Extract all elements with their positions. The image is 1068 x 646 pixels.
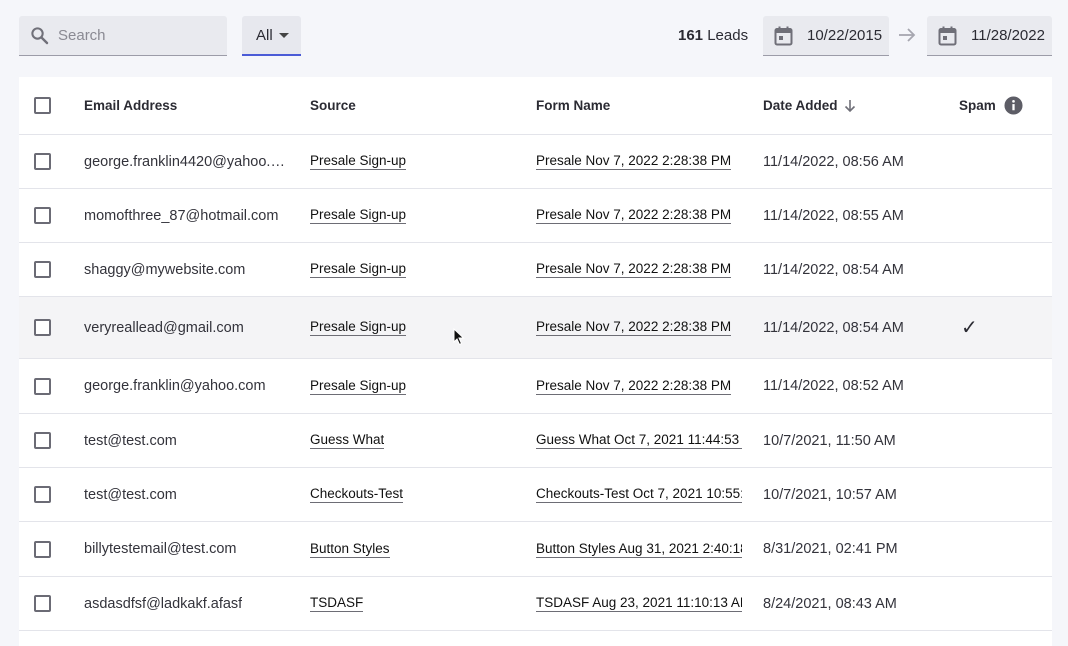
column-header-date-label: Date Added — [763, 98, 838, 113]
row-checkbox[interactable] — [34, 153, 51, 170]
date-to-value: 11/28/2022 — [971, 27, 1045, 44]
sort-arrow-down-icon[interactable] — [844, 99, 856, 113]
date-added-cell: 8/24/2021, 08:43 AM — [763, 595, 897, 612]
email-cell: billytestemail@test.com — [84, 541, 237, 557]
toolbar: All 161 Leads 10/22/2015 11/28/2022 — [0, 0, 1068, 72]
table-row[interactable]: momofthree_87@hotmail.com Presale Sign-up… — [19, 189, 1052, 243]
form-name-link[interactable]: Button Styles Aug 31, 2021 2:40:18 — [536, 541, 742, 558]
row-checkbox[interactable] — [34, 377, 51, 395]
leads-count: 161 Leads — [678, 27, 748, 44]
form-name-link[interactable]: Presale Nov 7, 2022 2:28:38 PM — [536, 378, 732, 395]
table-row[interactable]: asdasdfsf@ladkakf.afasf TSDASF TSDASF Aug … — [19, 577, 1052, 631]
source-link[interactable]: Presale Sign-up — [310, 378, 407, 395]
date-to-field[interactable]: 11/28/2022 — [927, 16, 1052, 56]
table-row[interactable]: test@test.com Checkouts-Test Checkouts-Tes… — [19, 468, 1052, 522]
column-header-email[interactable]: Email Address — [84, 77, 292, 134]
search-box[interactable] — [19, 16, 227, 56]
leads-table: Email Address Source Form Name Date Adde… — [19, 77, 1052, 646]
date-added-cell: 11/14/2022, 08:54 AM — [763, 261, 904, 278]
email-cell: test@test.com — [84, 432, 177, 449]
calendar-icon — [774, 26, 793, 45]
table-row[interactable]: test@test.com Guess What Guess What Oct 7,… — [19, 414, 1052, 468]
email-cell: asdasdfsf@ladkakf.afasf — [84, 595, 243, 612]
search-input[interactable] — [58, 27, 208, 44]
column-header-spam-label: Spam — [959, 98, 996, 113]
select-all-checkbox[interactable] — [34, 97, 51, 114]
source-link[interactable]: Presale Sign-up — [310, 319, 407, 336]
form-name-link[interactable]: Checkouts-Test Oct 7, 2021 10:55:2 — [536, 486, 742, 503]
date-added-cell: 10/7/2021, 11:50 AM — [763, 432, 896, 449]
table-row[interactable]: veryreallead@gmail.com Presale Sign-up Pre… — [19, 297, 1052, 359]
column-header-spam: Spam — [959, 77, 1039, 134]
row-checkbox[interactable] — [34, 261, 51, 278]
source-link[interactable]: Checkouts-Test — [310, 486, 404, 503]
source-link[interactable]: TSDASF — [310, 595, 364, 612]
form-name-link[interactable]: Presale Nov 7, 2022 2:28:38 PM — [536, 319, 732, 336]
form-name-link[interactable]: TSDASF Aug 23, 2021 11:10:13 AM — [536, 595, 742, 612]
source-link[interactable]: Button Styles — [310, 541, 390, 558]
email-cell: george.franklin@yahoo.com — [84, 378, 266, 394]
row-checkbox[interactable] — [34, 595, 51, 612]
leads-count-number: 161 — [678, 27, 704, 44]
form-name-link[interactable]: Presale Nov 7, 2022 2:28:38 PM — [536, 153, 732, 170]
date-added-cell: 11/14/2022, 08:55 AM — [763, 207, 904, 224]
row-checkbox[interactable] — [34, 319, 51, 336]
table-row[interactable]: billytestemail@test.com Button Styles Butt… — [19, 522, 1052, 577]
column-header-source[interactable]: Source — [310, 77, 520, 134]
table-row[interactable]: shaggy@mywebsite.com Presale Sign-up Presa… — [19, 243, 1052, 297]
date-added-cell: 10/7/2021, 10:57 AM — [763, 486, 897, 503]
source-link[interactable]: Presale Sign-up — [310, 153, 407, 170]
arrow-right-icon — [899, 28, 916, 42]
row-checkbox[interactable] — [34, 486, 51, 503]
source-link[interactable]: Guess What — [310, 432, 385, 449]
row-checkbox[interactable] — [34, 432, 51, 449]
date-added-cell: 11/14/2022, 08:54 AM — [763, 319, 904, 336]
table-row[interactable]: george.franklin4420@yahoo.com Presale Sig… — [19, 135, 1052, 189]
email-cell: shaggy@mywebsite.com — [84, 261, 246, 278]
date-from-value: 10/22/2015 — [807, 27, 883, 44]
row-checkbox[interactable] — [34, 540, 51, 558]
column-header-form[interactable]: Form Name — [536, 77, 744, 134]
table-header-row: Email Address Source Form Name Date Adde… — [19, 77, 1052, 135]
date-added-cell: 11/14/2022, 08:56 AM — [763, 153, 904, 170]
spam-cell: ✓ — [961, 317, 978, 339]
filter-select[interactable]: All — [242, 16, 301, 56]
filter-select-value: All — [256, 26, 273, 44]
form-name-link[interactable]: Guess What Oct 7, 2021 11:44:53 A — [536, 432, 742, 449]
chevron-down-icon — [278, 33, 289, 38]
column-header-date[interactable]: Date Added — [763, 77, 943, 134]
form-name-link[interactable]: Presale Nov 7, 2022 2:28:38 PM — [536, 261, 732, 278]
source-link[interactable]: Presale Sign-up — [310, 261, 407, 278]
date-added-cell: 8/31/2021, 02:41 PM — [763, 541, 898, 557]
info-icon[interactable] — [1004, 96, 1023, 115]
table-row[interactable]: george.franklin@yahoo.com Presale Sign-up… — [19, 359, 1052, 414]
search-icon — [31, 27, 49, 45]
form-name-link[interactable]: Presale Nov 7, 2022 2:28:38 PM — [536, 207, 732, 224]
source-link[interactable]: Presale Sign-up — [310, 207, 407, 224]
row-checkbox[interactable] — [34, 207, 51, 224]
date-from-field[interactable]: 10/22/2015 — [763, 16, 889, 56]
email-cell: veryreallead@gmail.com — [84, 319, 244, 336]
email-cell: momofthree_87@hotmail.com — [84, 207, 279, 224]
email-cell: george.franklin4420@yahoo.com — [84, 153, 290, 170]
calendar-icon — [938, 26, 957, 45]
email-cell: test@test.com — [84, 486, 177, 503]
date-added-cell: 11/14/2022, 08:52 AM — [763, 378, 904, 394]
mouse-cursor-icon — [453, 328, 465, 346]
leads-count-label: Leads — [707, 27, 749, 44]
